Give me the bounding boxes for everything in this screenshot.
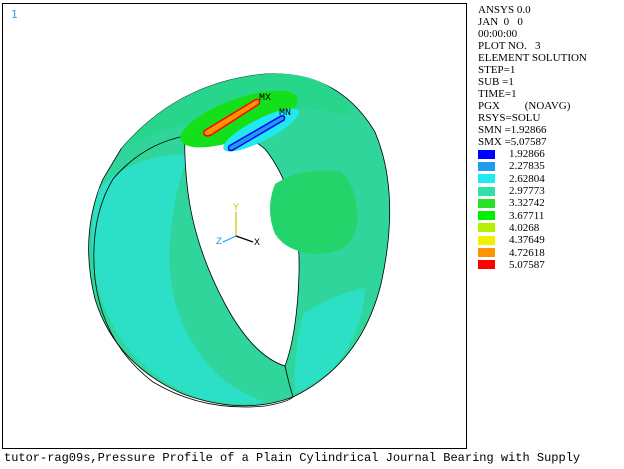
legend-info-line: PGX (NOAVG) (478, 100, 571, 112)
legend-contour-scale: 1.92866 2.27835 2.62804 2.97773 3.32742 3.677… (478, 148, 624, 271)
contour-value: 1.92866 (509, 148, 545, 161)
triad-y-label: Y (233, 203, 239, 214)
contour-value: 4.37649 (509, 234, 545, 247)
legend-contour-row: 2.97773 (478, 185, 624, 197)
contour-value: 2.97773 (509, 185, 545, 198)
legend-contour-row: 2.62804 (478, 173, 624, 185)
legend-info-line: JAN 0 0 (478, 16, 523, 28)
legend-header: ANSYS 0.0 JAN 0 0 00:00:00 PLOT NO. 3 ELEMEN… (478, 4, 624, 148)
contour-color-swatch (478, 223, 495, 233)
plot-title: tutor-rag09s,Pressure Profile of a Plain… (4, 451, 581, 465)
contour-color-swatch (478, 149, 495, 159)
legend-info-line: SUB =1 (478, 76, 514, 88)
legend-info-line: RSYS=SOLU (478, 112, 541, 124)
legend-contour-row: 4.72618 (478, 246, 624, 259)
triad-z-label: Z (216, 237, 222, 248)
max-marker-label: MX (259, 93, 271, 104)
bearing-contour-plot: MX MN X Y Z (88, 73, 391, 408)
legend-info-line: PLOT NO. 3 (478, 40, 541, 52)
contour-color-swatch (478, 260, 495, 270)
contour-value: 2.62804 (509, 172, 545, 185)
contour-value: 3.67711 (509, 209, 545, 222)
legend-info-line: ELEMENT SOLUTION (478, 52, 587, 64)
min-marker-label: MN (279, 108, 291, 119)
contour-value: 5.07587 (509, 258, 545, 271)
legend-contour-row: 3.32742 (478, 197, 624, 209)
legend-contour-row: 4.37649 (478, 234, 624, 246)
contour-value: 4.72618 (509, 246, 545, 259)
legend-info-line: TIME=1 (478, 88, 517, 100)
legend-contour-row: 2.27835 (478, 160, 624, 172)
contour-value: 3.32742 (509, 197, 545, 210)
legend-info-line: SMX =5.07587 (478, 136, 547, 148)
legend-info-line: STEP=1 (478, 64, 516, 76)
contour-color-swatch (478, 174, 495, 184)
legend-info-line: 00:00:00 (478, 28, 518, 40)
contour-color-swatch (478, 198, 495, 208)
legend-contour-row: 5.07587 (478, 259, 624, 271)
legend-contour-row: 3.67711 (478, 209, 624, 222)
contour-value: 2.27835 (509, 160, 545, 173)
contour-color-swatch (478, 248, 495, 258)
contour-legend: ANSYS 0.0 JAN 0 0 00:00:00 PLOT NO. 3 ELEMEN… (478, 4, 624, 271)
contour-value: 4.0268 (509, 221, 540, 234)
graphics-viewport[interactable]: 1 MX MN X Y Z (2, 3, 467, 449)
contour-color-swatch (478, 161, 495, 171)
legend-info-line: ANSYS 0.0 (478, 4, 531, 16)
triad-x-label: X (254, 238, 260, 249)
contour-color-swatch (478, 235, 495, 245)
legend-info-line: SMN =1.92866 (478, 124, 547, 136)
legend-contour-row: 4.0268 (478, 222, 624, 234)
mid-pressure-patch (270, 170, 358, 254)
legend-contour-row: 1.92866 (478, 148, 624, 160)
contour-color-swatch (478, 211, 495, 221)
contour-color-swatch (478, 186, 495, 196)
